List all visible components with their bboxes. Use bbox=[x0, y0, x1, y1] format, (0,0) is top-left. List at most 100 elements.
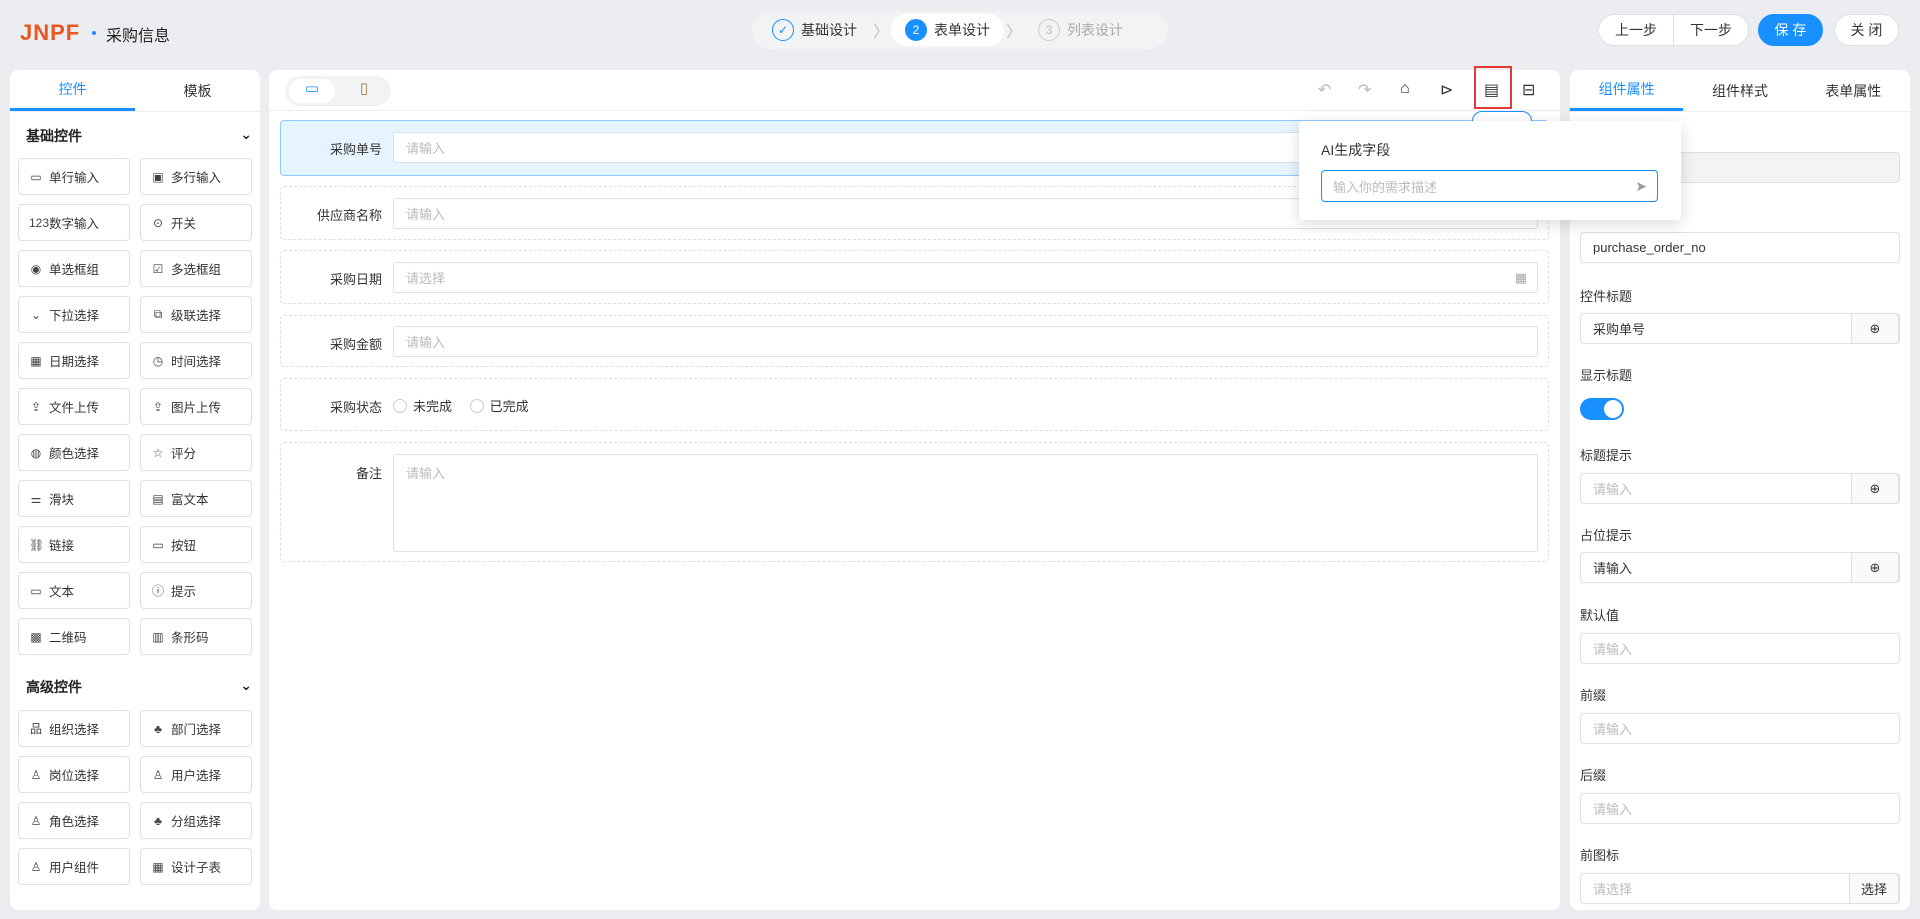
chevron-down-icon: ⌄ bbox=[240, 126, 252, 142]
control-item[interactable]: ⓘ 提示 bbox=[140, 572, 252, 609]
globe-icon[interactable]: ⊕ bbox=[1851, 473, 1899, 504]
radio-label: 已完成 bbox=[489, 399, 529, 414]
section-basic[interactable]: 基础控件 ⌄ bbox=[26, 126, 252, 146]
form-item-date[interactable]: 采购日期 请选择 ▦ bbox=[280, 250, 1549, 304]
section-advanced[interactable]: 高级控件 ⌄ bbox=[26, 677, 252, 697]
title-input[interactable]: 采购单号 ⊕ bbox=[1580, 313, 1900, 344]
control-label: 条形码 bbox=[171, 631, 209, 645]
prop-label: 前图标 bbox=[1580, 848, 1620, 863]
control-label: 颜色选择 bbox=[49, 447, 100, 461]
control-item[interactable]: ☆ 评分 bbox=[140, 434, 252, 471]
show-title-toggle[interactable] bbox=[1580, 398, 1624, 420]
field-label: 供应商名称 bbox=[316, 208, 382, 223]
control-item[interactable]: ▦ 日期选择 bbox=[18, 342, 130, 379]
control-item[interactable]: 品组织选择 bbox=[18, 710, 130, 747]
control-label: 日期选择 bbox=[49, 355, 100, 369]
form-item-remark[interactable]: 备注 请输入 bbox=[280, 442, 1549, 562]
form-item-amount[interactable]: 采购金额 请输入 bbox=[280, 315, 1549, 367]
placeholder: 请选择 bbox=[1593, 882, 1633, 897]
component-panel: 控件 模板 基础控件 ⌄ ▭ 单行输入 ▣ 多行输入 123 数字输入 ⊙ 开关 ◉ 单选框组 ☑ 多选… bbox=[10, 70, 260, 910]
placeholder-input[interactable]: 请输入 ⊕ bbox=[1580, 552, 1900, 583]
mobile-icon[interactable]: ▯ bbox=[341, 79, 387, 103]
tab-controls[interactable]: 控件 bbox=[10, 70, 135, 111]
control-label: 下拉选择 bbox=[49, 309, 100, 323]
prev-button[interactable]: 上一步 bbox=[1599, 15, 1673, 45]
preview-icon[interactable]: ⊳ bbox=[1440, 80, 1453, 100]
control-item[interactable]: ♙ 用户选择 bbox=[140, 756, 252, 793]
logo: JNPF bbox=[20, 20, 81, 45]
default-value-input[interactable]: 请输入 bbox=[1580, 633, 1900, 664]
close-button[interactable]: 关 闭 bbox=[1834, 14, 1899, 46]
prop-label: 控件标题 bbox=[1580, 289, 1633, 304]
globe-icon[interactable]: ⊕ bbox=[1851, 552, 1899, 583]
control-icon: ▦ bbox=[152, 859, 164, 874]
control-icon: 品 bbox=[29, 722, 42, 736]
suffix-input[interactable]: 请输入 bbox=[1580, 793, 1900, 824]
control-label: 多行输入 bbox=[171, 171, 222, 185]
control-item[interactable]: ⚌ 滑块 bbox=[18, 480, 130, 517]
tab-templates[interactable]: 模板 bbox=[135, 70, 260, 111]
desktop-icon[interactable]: ▭ bbox=[289, 79, 335, 103]
send-icon[interactable]: ➤ bbox=[1635, 178, 1647, 195]
control-label: 提示 bbox=[171, 585, 197, 599]
step-list[interactable]: 3 列表设计 bbox=[1024, 14, 1137, 46]
select-icon-button[interactable]: 选择 bbox=[1849, 873, 1899, 904]
control-item[interactable]: ⇪ 文件上传 bbox=[18, 388, 130, 425]
control-item[interactable]: ♣ 分组选择 bbox=[140, 802, 252, 839]
control-item[interactable]: ◉ 单选框组 bbox=[18, 250, 130, 287]
clear-icon[interactable]: ⌂ bbox=[1400, 80, 1410, 98]
control-icon: ▣ bbox=[152, 169, 164, 184]
control-item[interactable]: ▭ 文本 bbox=[18, 572, 130, 609]
control-item[interactable]: ◍ 颜色选择 bbox=[18, 434, 130, 471]
prefix-input[interactable]: 请输入 bbox=[1580, 713, 1900, 744]
control-icon: 123 bbox=[29, 215, 50, 230]
tab-component-props[interactable]: 组件属性 bbox=[1570, 70, 1684, 111]
amount-input[interactable]: 请输入 bbox=[393, 326, 1538, 357]
control-icon: ☆ bbox=[152, 445, 164, 460]
next-button[interactable]: 下一步 bbox=[1673, 15, 1748, 45]
calendar-icon: ▦ bbox=[1514, 269, 1527, 285]
control-item[interactable]: ⇪ 图片上传 bbox=[140, 388, 252, 425]
prop-label: 显示标题 bbox=[1580, 368, 1633, 383]
control-item[interactable]: ▭ 单行输入 bbox=[18, 158, 130, 195]
radio-complete[interactable]: 已完成 bbox=[469, 396, 529, 415]
control-item[interactable]: ▩ 二维码 bbox=[18, 618, 130, 655]
control-item[interactable]: ♙ 角色选择 bbox=[18, 802, 130, 839]
control-item[interactable]: ♣ 部门选择 bbox=[140, 710, 252, 747]
title-tip-input[interactable]: 请输入 ⊕ bbox=[1580, 473, 1900, 504]
control-item[interactable]: ⛓ 链接 bbox=[18, 526, 130, 563]
json-icon[interactable]: ⊟ bbox=[1522, 80, 1535, 100]
control-icon: ⇪ bbox=[30, 399, 42, 414]
step-basic[interactable]: ✓ 基础设计 bbox=[758, 14, 871, 46]
undo-icon[interactable]: ↶ bbox=[1318, 80, 1331, 100]
control-item[interactable]: ▣ 多行输入 bbox=[140, 158, 252, 195]
control-item[interactable]: 123 数字输入 bbox=[18, 204, 130, 241]
globe-icon[interactable]: ⊕ bbox=[1851, 313, 1899, 344]
control-item[interactable]: ♙ 用户组件 bbox=[18, 848, 130, 885]
step-form[interactable]: 2 表单设计 bbox=[891, 14, 1005, 46]
device-switch: ▭ ▯ bbox=[285, 76, 391, 106]
tab-form-props[interactable]: 表单属性 bbox=[1797, 70, 1910, 111]
prefix-icon-input[interactable]: 请选择 选择 bbox=[1580, 873, 1900, 904]
ai-prompt-input[interactable]: 输入你的需求描述 ➤ bbox=[1321, 170, 1658, 202]
control-item[interactable]: ▭ 按钮 bbox=[140, 526, 252, 563]
control-item[interactable]: ◷ 时间选择 bbox=[140, 342, 252, 379]
form-item-status[interactable]: 采购状态 未完成 已完成 bbox=[280, 378, 1549, 431]
field-name-input[interactable]: purchase_order_no bbox=[1580, 232, 1900, 263]
remark-textarea[interactable]: 请输入 bbox=[393, 454, 1538, 552]
save-button[interactable]: 保 存 bbox=[1758, 14, 1823, 46]
control-item[interactable]: ☑ 多选框组 bbox=[140, 250, 252, 287]
field-label: 采购金额 bbox=[329, 337, 382, 352]
control-item[interactable]: ♙ 岗位选择 bbox=[18, 756, 130, 793]
control-label: 时间选择 bbox=[171, 355, 222, 369]
control-item[interactable]: ▥ 条形码 bbox=[140, 618, 252, 655]
tab-component-style[interactable]: 组件样式 bbox=[1683, 70, 1796, 111]
control-item[interactable]: ▤ 富文本 bbox=[140, 480, 252, 517]
radio-incomplete[interactable]: 未完成 bbox=[393, 396, 452, 415]
control-item[interactable]: ⧉ 级联选择 bbox=[140, 296, 252, 333]
control-item[interactable]: ⊙ 开关 bbox=[140, 204, 252, 241]
date-input[interactable]: 请选择 ▦ bbox=[393, 262, 1538, 293]
control-item[interactable]: ⌄ 下拉选择 bbox=[18, 296, 130, 333]
control-item[interactable]: ▦ 设计子表 bbox=[140, 848, 252, 885]
redo-icon[interactable]: ↷ bbox=[1358, 80, 1371, 100]
